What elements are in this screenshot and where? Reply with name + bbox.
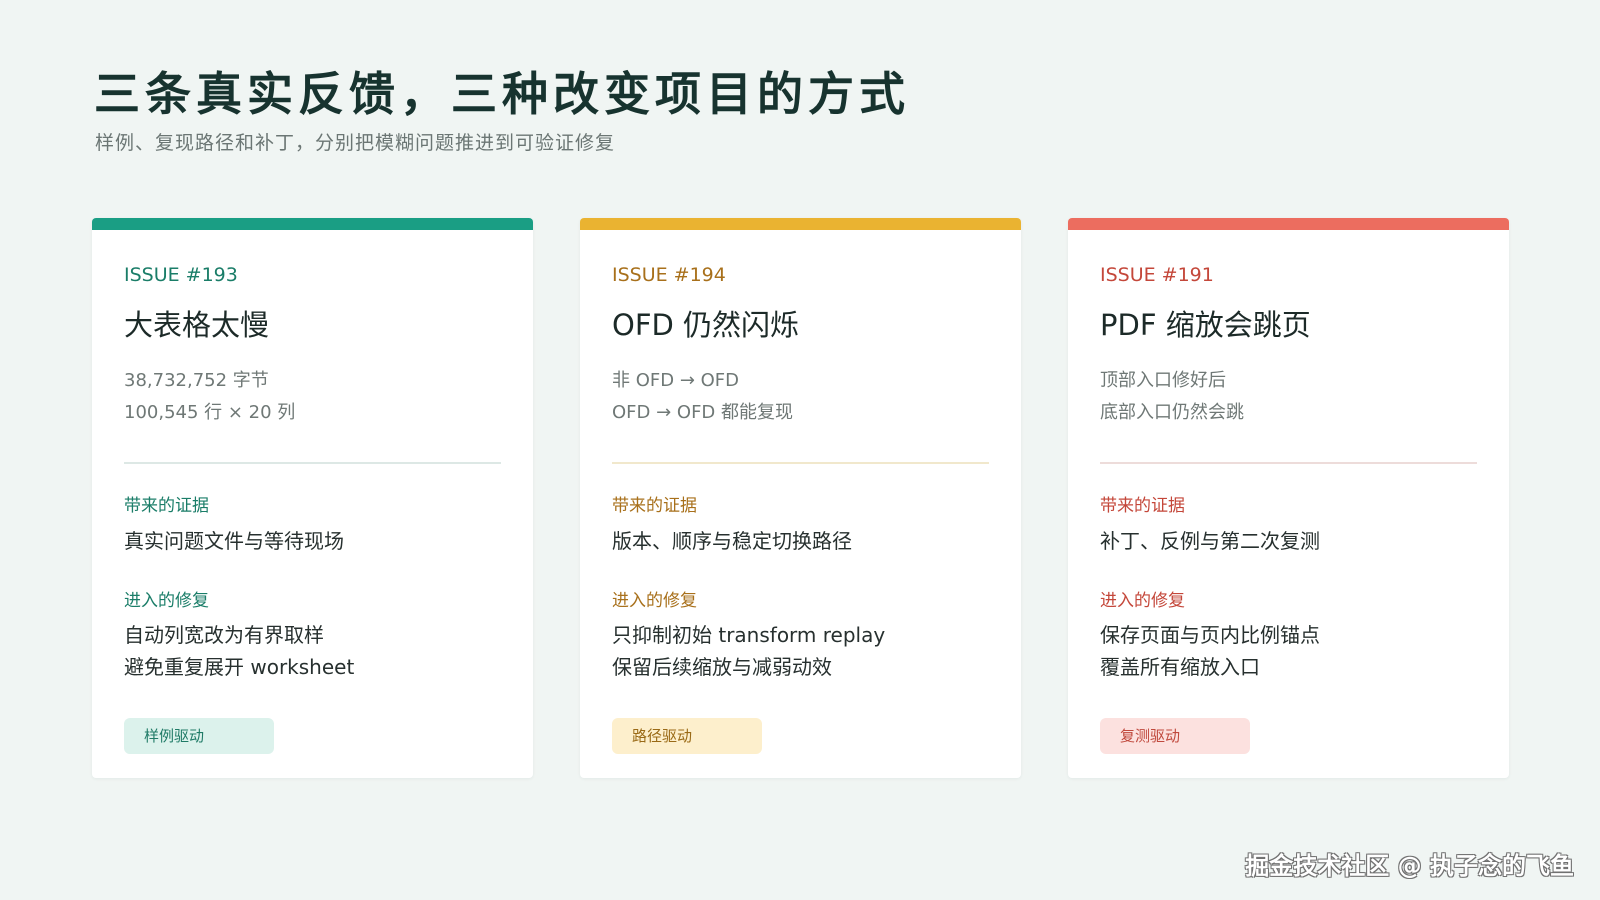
fix-item: 保留后续缩放与减弱动效 xyxy=(612,655,832,679)
fix-item: 只抑制初始 transform replay xyxy=(612,623,886,647)
issue-card: ISSUE #193 大表格太慢 38,732,752 字节 100,545 行… xyxy=(92,218,533,778)
card-row: ISSUE #193 大表格太慢 38,732,752 字节 100,545 行… xyxy=(92,218,1510,778)
card-divider xyxy=(124,462,501,464)
fix-label: 进入的修复 xyxy=(612,591,697,611)
card-meta-line: 100,545 行 × 20 列 xyxy=(124,402,296,423)
fix-item: 自动列宽改为有界取样 xyxy=(124,623,324,647)
driver-tag: 样例驱动 xyxy=(124,718,274,754)
card-accent-bar xyxy=(92,218,533,230)
page-title: 三条真实反馈，三种改变项目的方式 xyxy=(94,67,910,121)
issue-number: ISSUE #191 xyxy=(1100,264,1214,286)
fix-item: 避免重复展开 worksheet xyxy=(124,655,355,679)
card-meta-line: 底部入口仍然会跳 xyxy=(1100,402,1244,423)
fix-label: 进入的修复 xyxy=(124,591,209,611)
card-title: 大表格太慢 xyxy=(124,308,270,342)
fix-label: 进入的修复 xyxy=(1100,591,1185,611)
card-meta-line: 38,732,752 字节 xyxy=(124,370,269,391)
evidence-text: 真实问题文件与等待现场 xyxy=(124,529,344,553)
slide: 三条真实反馈，三种改变项目的方式 样例、复现路径和补丁，分别把模糊问题推进到可验… xyxy=(0,0,1600,900)
evidence-label: 带来的证据 xyxy=(612,496,697,516)
issue-card: ISSUE #191 PDF 缩放会跳页 顶部入口修好后 底部入口仍然会跳 带来… xyxy=(1068,218,1509,778)
fix-item: 覆盖所有缩放入口 xyxy=(1100,655,1260,679)
card-divider xyxy=(1100,462,1477,464)
card-meta-line: 非 OFD → OFD xyxy=(612,370,740,391)
card-accent-bar xyxy=(1068,218,1509,230)
issue-card: ISSUE #194 OFD 仍然闪烁 非 OFD → OFD OFD → OF… xyxy=(580,218,1021,778)
issue-number: ISSUE #194 xyxy=(612,264,726,286)
card-meta-line: OFD → OFD 都能复现 xyxy=(612,402,794,423)
card-title: PDF 缩放会跳页 xyxy=(1100,308,1311,342)
issue-number: ISSUE #193 xyxy=(124,264,238,286)
page-subtitle: 样例、复现路径和补丁，分别把模糊问题推进到可验证修复 xyxy=(95,132,616,154)
card-accent-bar xyxy=(580,218,1021,230)
evidence-label: 带来的证据 xyxy=(1100,496,1185,516)
evidence-text: 版本、顺序与稳定切换路径 xyxy=(612,529,852,553)
fix-item: 保存页面与页内比例锚点 xyxy=(1100,623,1320,647)
watermark: 掘金技术社区 @ 执子念的飞鱼 xyxy=(1245,852,1574,880)
card-meta-line: 顶部入口修好后 xyxy=(1100,370,1226,391)
driver-tag: 复测驱动 xyxy=(1100,718,1250,754)
evidence-text: 补丁、反例与第二次复测 xyxy=(1100,529,1320,553)
evidence-label: 带来的证据 xyxy=(124,496,209,516)
driver-tag: 路径驱动 xyxy=(612,718,762,754)
card-divider xyxy=(612,462,989,464)
card-title: OFD 仍然闪烁 xyxy=(612,308,800,342)
